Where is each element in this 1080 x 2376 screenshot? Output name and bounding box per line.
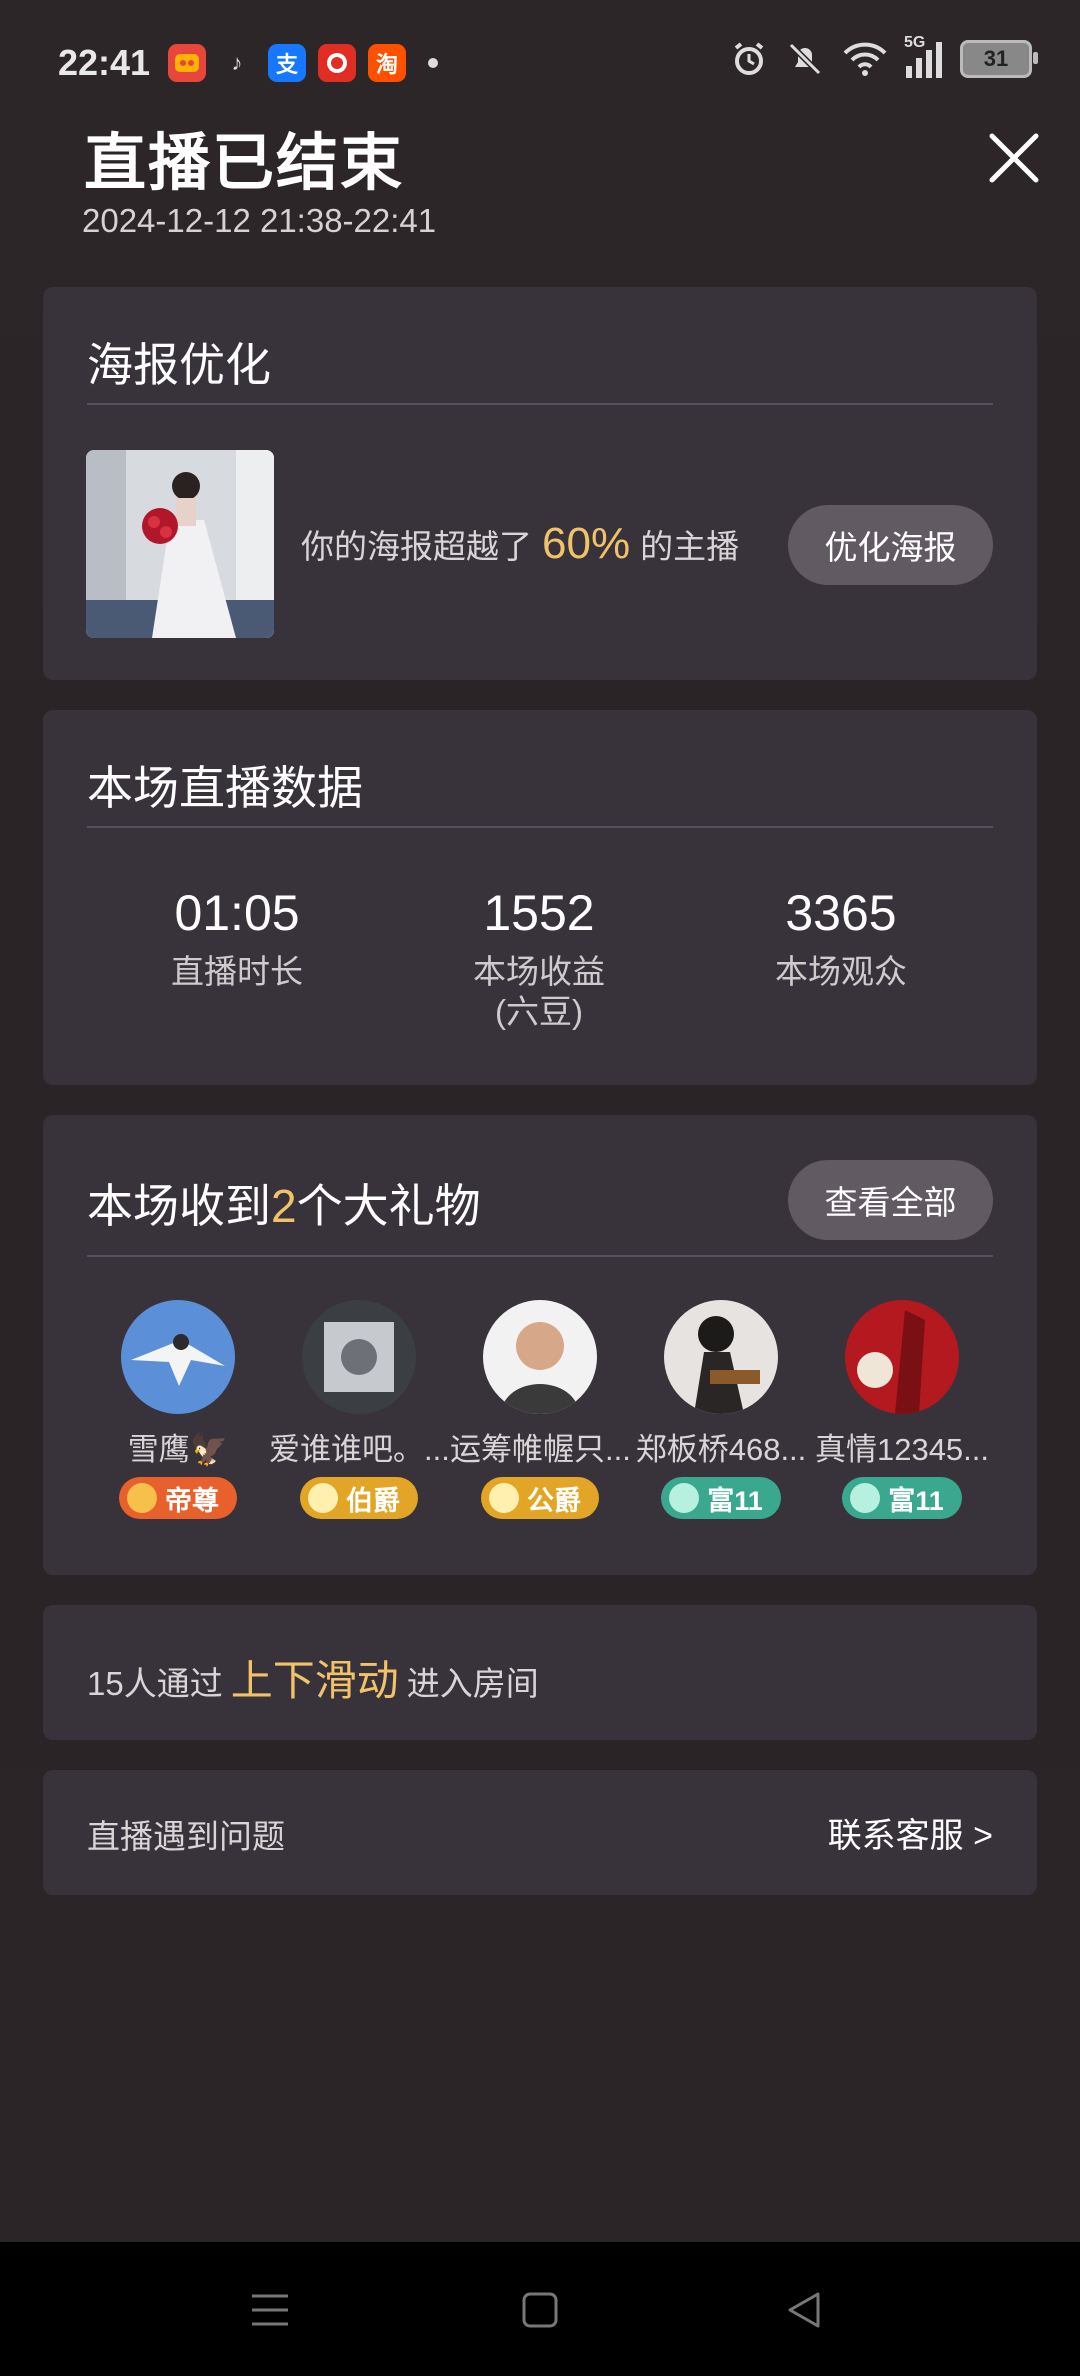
network-type-label: 5G — [904, 34, 926, 51]
big-gifts-card: 本场收到2个大礼物 查看全部 雪鹰🦅 帝尊 爱谁谁吧。... 伯爵 运筹帷幄只.… — [43, 1115, 1037, 1575]
stat-value: 01:05 — [174, 885, 300, 941]
badge-label: 帝尊 — [165, 1485, 219, 1516]
stat-label-main: 本场收益 — [473, 953, 605, 990]
mute-bell-icon — [788, 42, 822, 76]
rank-badge: 公爵 — [481, 1477, 599, 1519]
rank-badge: 富11 — [661, 1477, 781, 1519]
gifter-name: 爱谁谁吧。... — [269, 1432, 450, 1467]
badge-label: 富11 — [888, 1485, 944, 1516]
menu-icon — [252, 2294, 288, 2326]
stat-label: 本场收益 (六豆) — [389, 952, 689, 1032]
stat-earnings: 1552 本场收益 (六豆) — [389, 884, 689, 1032]
battery-level: 31 — [983, 46, 1009, 71]
stat-value: 3365 — [785, 885, 897, 941]
crown-badge-icon — [127, 1483, 157, 1513]
view-all-button[interactable]: 查看全部 — [788, 1160, 993, 1240]
gifts-title-suffix: 个大礼物 — [296, 1180, 481, 1232]
stat-label: 直播时长 — [171, 953, 303, 990]
more-notifications-dot-icon — [428, 58, 438, 68]
home-nav-button[interactable] — [518, 2288, 562, 2332]
menu-nav-button[interactable] — [248, 2288, 292, 2332]
poster-rank-suffix: 的主播 — [640, 528, 740, 565]
poster-rank-prefix: 你的海报超越了 — [301, 528, 532, 565]
avatar — [845, 1300, 959, 1414]
divider — [87, 403, 993, 405]
stat-label-unit: (六豆) — [495, 993, 583, 1030]
gifter-item[interactable]: 真情12345... 富11 — [812, 1300, 992, 1519]
contact-support-link[interactable]: 联系客服 > — [828, 1808, 993, 1857]
alipay-icon: 支 — [268, 44, 306, 82]
rank-badge: 伯爵 — [300, 1477, 418, 1519]
game-app-icon — [168, 44, 206, 82]
status-bar: 22:41 ♪ 支 淘 5G 31 — [0, 0, 1080, 130]
gifter-name: 运筹帷幄只... — [450, 1432, 631, 1467]
stat-viewers: 3365 本场观众 — [691, 884, 991, 992]
page-title: 直播已结束 — [84, 129, 405, 198]
badge-label: 富11 — [707, 1485, 763, 1516]
gifts-card-title: 本场收到2个大礼物 — [87, 1170, 481, 1236]
gifter-item[interactable]: 雪鹰🦅 帝尊 — [88, 1300, 268, 1519]
stat-duration: 01:05 直播时长 — [87, 884, 387, 992]
avatar — [664, 1300, 778, 1414]
signal-icon: 5G — [904, 34, 942, 78]
swipe-highlight: 上下滑动 — [230, 1657, 399, 1704]
diamond-badge-icon — [308, 1483, 338, 1513]
badge-label: 伯爵 — [346, 1485, 400, 1516]
music-app-icon: ♪ — [231, 50, 243, 75]
gifter-name: 真情12345... — [814, 1432, 990, 1467]
notification-icons: ♪ 支 淘 — [168, 44, 438, 82]
divider — [87, 826, 993, 828]
stats-card-title: 本场直播数据 — [87, 762, 363, 814]
stat-label: 本场观众 — [775, 953, 907, 990]
swipe-entry-text: 15人通过 上下滑动 进入房间 — [87, 1647, 539, 1708]
back-icon — [788, 2292, 820, 2328]
divider — [87, 1255, 993, 1257]
swipe-prefix: 15人通过 — [87, 1665, 223, 1702]
alarm-icon — [734, 42, 764, 75]
poster-rank-percent: 60% — [542, 519, 631, 568]
gifter-item[interactable]: 爱谁谁吧。... 伯爵 — [269, 1300, 450, 1519]
close-button[interactable] — [986, 130, 1042, 186]
help-card: 直播遇到问题 联系客服 > — [43, 1770, 1037, 1895]
back-nav-button[interactable] — [782, 2288, 826, 2332]
diamond-badge-icon — [489, 1483, 519, 1513]
rank-badge: 帝尊 — [119, 1477, 237, 1519]
live-stats-card: 本场直播数据 01:05 直播时长 1552 本场收益 (六豆) 3365 本场… — [43, 710, 1037, 1085]
poster-thumbnail[interactable] — [86, 450, 274, 638]
gifts-count: 2 — [271, 1180, 297, 1232]
wifi-icon — [843, 42, 887, 76]
gifter-name: 郑板桥468... — [635, 1432, 807, 1467]
system-navigation-bar — [0, 2242, 1080, 2376]
triangle-badge-icon — [850, 1483, 881, 1513]
avatar — [483, 1300, 597, 1414]
gifter-item[interactable]: 郑板桥468... 富11 — [631, 1300, 811, 1519]
status-time: 22:41 — [58, 42, 151, 83]
poster-optimization-card: 海报优化 你的海报超越了 60% 的主播 优化海报 — [43, 287, 1037, 680]
avatar — [302, 1300, 416, 1414]
pinduoduo-icon — [318, 44, 356, 82]
rank-badge: 富11 — [842, 1477, 962, 1519]
battery-icon: 31 — [960, 40, 1038, 78]
stat-value: 1552 — [483, 885, 595, 941]
poster-rank-text: 你的海报超越了 60% 的主播 — [301, 519, 739, 569]
swipe-suffix: 进入房间 — [406, 1665, 539, 1702]
close-icon — [989, 133, 1039, 183]
help-text: 直播遇到问题 — [87, 1818, 285, 1855]
system-status-icons: 5G 31 — [730, 34, 1038, 78]
swipe-entry-card: 15人通过 上下滑动 进入房间 — [43, 1605, 1037, 1740]
gifter-item[interactable]: 运筹帷幄只... 公爵 — [450, 1300, 631, 1519]
gifter-name: 雪鹰🦅 — [127, 1432, 229, 1467]
taobao-icon: 淘 — [368, 44, 406, 82]
triangle-badge-icon — [669, 1483, 700, 1513]
poster-card-title: 海报优化 — [87, 339, 271, 391]
optimize-poster-button[interactable]: 优化海报 — [788, 505, 993, 585]
home-icon — [522, 2292, 558, 2328]
badge-label: 公爵 — [527, 1485, 581, 1516]
avatar — [121, 1300, 235, 1414]
gifts-title-prefix: 本场收到 — [87, 1180, 271, 1232]
live-time-range: 2024-12-12 21:38-22:41 — [82, 202, 437, 239]
